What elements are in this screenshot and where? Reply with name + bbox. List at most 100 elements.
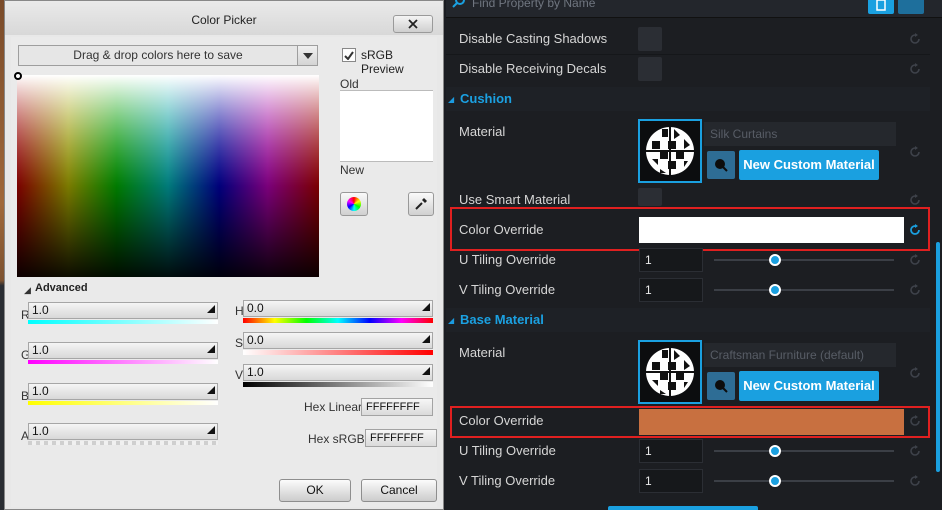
- ok-button[interactable]: OK: [279, 479, 351, 502]
- close-icon: [408, 19, 418, 29]
- u-tiling-slider-track[interactable]: [714, 450, 894, 452]
- chevron-down-icon: [302, 52, 313, 59]
- reset-icon[interactable]: [908, 193, 922, 207]
- channel-s-label: S: [235, 336, 244, 350]
- srgb-preview-checkbox[interactable]: [342, 48, 356, 62]
- reset-icon[interactable]: [908, 253, 922, 267]
- use-smart-material-checkbox[interactable]: [638, 188, 662, 206]
- section-title: Base Material: [460, 312, 544, 327]
- v-tiling-slider-track[interactable]: [714, 480, 894, 482]
- saved-colors-label: Drag & drop colors here to save: [73, 48, 243, 62]
- checkmark-icon: [344, 50, 354, 60]
- reset-icon[interactable]: [908, 223, 922, 237]
- saved-colors-dropdown[interactable]: [297, 46, 317, 65]
- advanced-section-label[interactable]: Advanced: [35, 282, 88, 294]
- channel-v-label: V: [235, 368, 244, 382]
- v-tiling-label: V Tiling Override: [459, 473, 556, 488]
- u-tiling-slider-knob[interactable]: [769, 445, 781, 457]
- section-header-cushion[interactable]: ◢ Cushion: [446, 87, 930, 111]
- title-bar[interactable]: Color Picker: [5, 1, 443, 35]
- v-tiling-slider-knob[interactable]: [769, 475, 781, 487]
- eyedropper-button[interactable]: [408, 192, 434, 216]
- channel-r-gradient: [28, 320, 218, 324]
- saved-colors-bar[interactable]: Drag & drop colors here to save: [18, 45, 318, 66]
- search-icon: [452, 0, 465, 8]
- scrollbar[interactable]: [936, 242, 940, 472]
- document-icon: [876, 0, 886, 11]
- disable-receiving-decals-checkbox[interactable]: [638, 57, 662, 81]
- search-bar[interactable]: Find Property by Name: [446, 0, 942, 18]
- material-thumbnail[interactable]: [638, 119, 702, 183]
- hex-linear-label: Hex Linear: [304, 400, 363, 414]
- material-name-field[interactable]: Silk Curtains: [704, 122, 896, 146]
- lock-view-button[interactable]: [898, 0, 924, 14]
- channel-s-gradient: [243, 350, 433, 355]
- collapse-icon: ◢: [448, 95, 455, 104]
- color-override-swatch[interactable]: [639, 409, 904, 435]
- channel-s-field[interactable]: 0.0: [243, 332, 433, 349]
- property-row: Disable Casting Shadows: [446, 24, 930, 54]
- color-spectrum[interactable]: [17, 75, 319, 277]
- reset-icon[interactable]: [908, 366, 922, 380]
- reset-icon[interactable]: [908, 32, 922, 46]
- resize-corner-icon: [422, 303, 430, 311]
- disable-casting-shadows-label: Disable Casting Shadows: [459, 31, 608, 46]
- close-button[interactable]: [393, 15, 433, 33]
- channel-g-field[interactable]: 1.0: [28, 342, 218, 359]
- hex-linear-field[interactable]: FFFFFFFF: [361, 398, 433, 416]
- v-tiling-slider-knob[interactable]: [769, 284, 781, 296]
- section-title: Cushion: [460, 91, 512, 106]
- new-custom-material-button[interactable]: New Custom Material: [739, 150, 879, 180]
- bottom-action-button[interactable]: [608, 506, 758, 510]
- eyedropper-icon: [415, 198, 427, 210]
- hex-srgb-field[interactable]: FFFFFFFF: [365, 429, 437, 447]
- hex-srgb-label: Hex sRGB: [308, 432, 365, 446]
- channel-a-field[interactable]: 1.0: [28, 423, 218, 440]
- reset-icon[interactable]: [908, 444, 922, 458]
- browse-icon: [715, 380, 728, 393]
- disable-receiving-decals-label: Disable Receiving Decals: [459, 61, 607, 76]
- resize-corner-icon: [207, 345, 215, 353]
- u-tiling-slider-knob[interactable]: [769, 254, 781, 266]
- details-panel: Find Property by Name Disable Casting Sh…: [446, 0, 942, 510]
- color-override-label: Color Override: [459, 222, 544, 237]
- reset-icon[interactable]: [908, 62, 922, 76]
- new-color-swatch: [340, 126, 433, 162]
- u-tiling-input[interactable]: 1: [639, 248, 703, 272]
- section-header-base-material[interactable]: ◢ Base Material: [446, 308, 930, 332]
- material-thumbnail[interactable]: [638, 340, 702, 404]
- material-name-field[interactable]: Craftsman Furniture (default): [704, 343, 896, 367]
- channel-r-field[interactable]: 1.0: [28, 302, 218, 319]
- channel-s-value: 0.0: [247, 333, 264, 347]
- channel-b-field[interactable]: 1.0: [28, 383, 218, 400]
- spectrum-cursor[interactable]: [14, 72, 22, 80]
- color-override-swatch[interactable]: [639, 217, 904, 243]
- view-options-button[interactable]: [868, 0, 894, 14]
- color-wheel-toggle-button[interactable]: [340, 192, 368, 216]
- browse-material-button[interactable]: [707, 372, 735, 400]
- search-input[interactable]: Find Property by Name: [472, 0, 595, 10]
- resize-corner-icon: [207, 305, 215, 313]
- advanced-expand-icon[interactable]: ◢: [24, 285, 31, 296]
- v-tiling-slider-track[interactable]: [714, 289, 894, 291]
- u-tiling-slider-track[interactable]: [714, 259, 894, 261]
- channel-v-value: 1.0: [247, 365, 264, 379]
- cancel-button[interactable]: Cancel: [361, 479, 437, 502]
- reset-icon[interactable]: [908, 474, 922, 488]
- browse-material-button[interactable]: [707, 151, 735, 179]
- reset-icon[interactable]: [908, 414, 922, 428]
- channel-b-gradient: [28, 401, 218, 405]
- resize-corner-icon: [207, 426, 215, 434]
- reset-icon[interactable]: [908, 145, 922, 159]
- u-tiling-input[interactable]: 1: [639, 439, 703, 463]
- v-tiling-input[interactable]: 1: [639, 469, 703, 493]
- new-color-label: New: [340, 163, 365, 177]
- channel-v-field[interactable]: 1.0: [243, 364, 433, 381]
- new-custom-material-button[interactable]: New Custom Material: [739, 371, 879, 401]
- channel-g-gradient: [28, 360, 218, 364]
- channel-h-field[interactable]: 0.0: [243, 300, 433, 317]
- old-color-swatch: [340, 90, 433, 126]
- disable-casting-shadows-checkbox[interactable]: [638, 27, 662, 51]
- v-tiling-input[interactable]: 1: [639, 278, 703, 302]
- reset-icon[interactable]: [908, 283, 922, 297]
